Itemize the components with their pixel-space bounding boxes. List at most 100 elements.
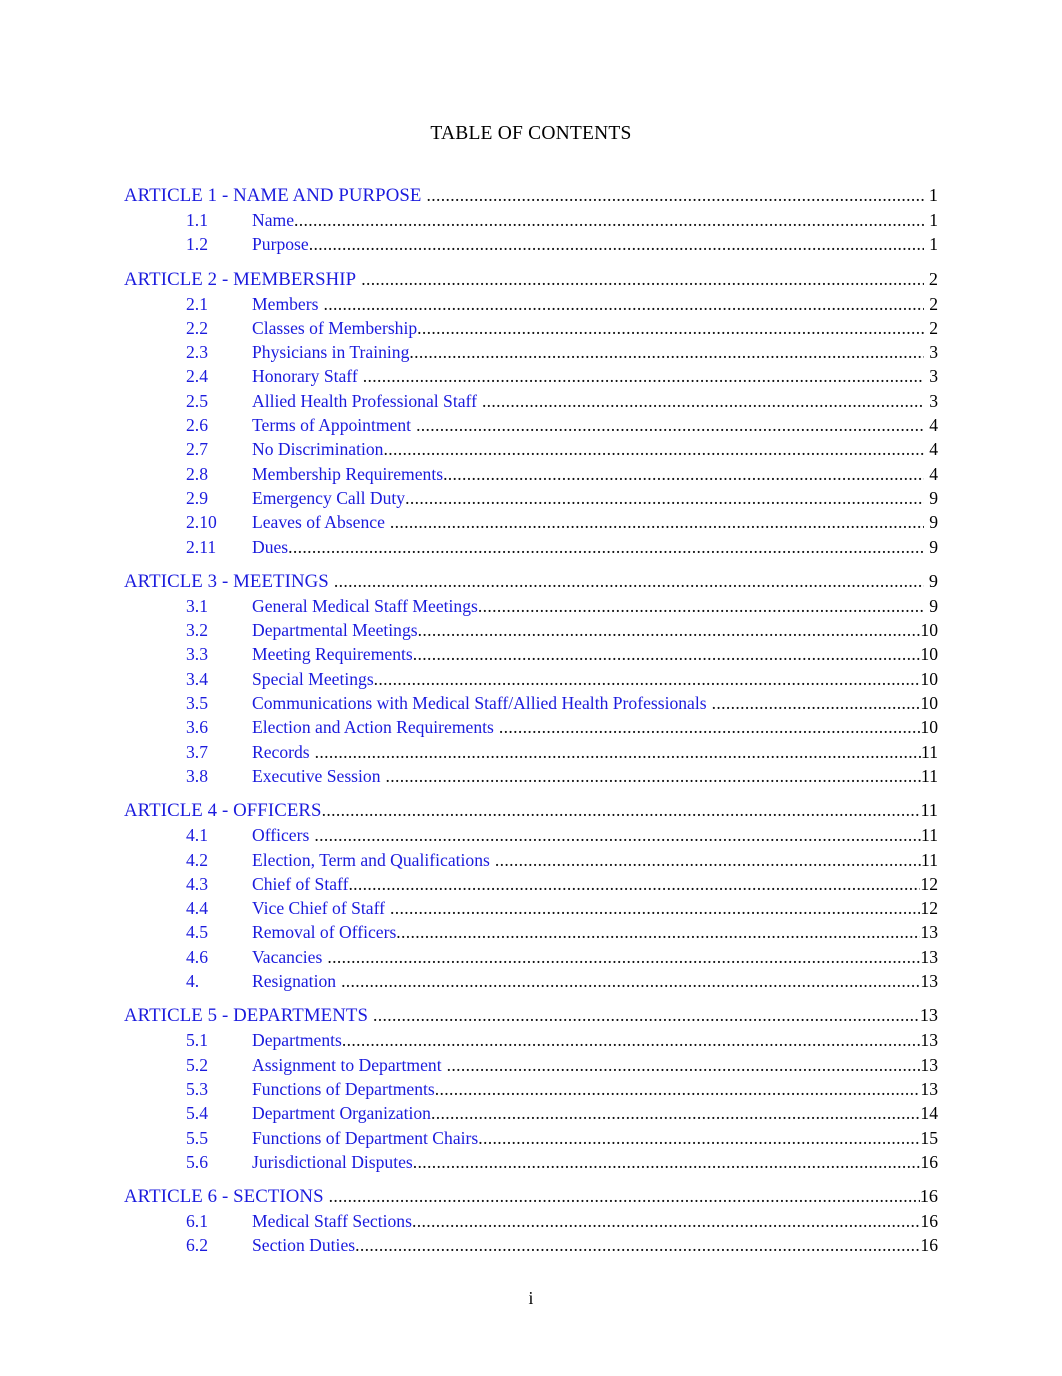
toc-section-row[interactable]: 4.5 Removal of Officers 13 bbox=[124, 920, 938, 944]
toc-article-row[interactable]: ARTICLE 4 - OFFICERS 11 bbox=[124, 797, 938, 823]
toc-entry-page-number: 11 bbox=[921, 765, 938, 786]
toc-article-row[interactable]: ARTICLE 6 - SECTIONS 16 bbox=[124, 1183, 938, 1209]
toc-dot-leader bbox=[329, 1183, 920, 1209]
toc-section-row[interactable]: 4.2 Election, Term and Qualifications 11 bbox=[124, 848, 938, 872]
toc-entry-number: 3.6 bbox=[186, 717, 208, 738]
toc-section-row[interactable]: 1.2 Purpose 1 bbox=[124, 232, 938, 256]
toc-entry-title: Special Meetings bbox=[252, 668, 374, 689]
toc-section-row[interactable]: 3.5 Communications with Medical Staff/All… bbox=[124, 691, 938, 715]
toc-section-row[interactable]: 5.2 Assignment to Department 13 bbox=[124, 1053, 938, 1077]
toc-entry-number: 5.6 bbox=[186, 1151, 208, 1172]
toc-entry-page-number: 10 bbox=[920, 668, 938, 689]
toc-section-row[interactable]: 2.11 Dues 9 bbox=[124, 535, 938, 559]
toc-entry-page-number: 10 bbox=[920, 717, 938, 738]
toc-entry-title: Leaves of Absence bbox=[252, 512, 385, 533]
toc-section-row[interactable]: 2.9 Emergency Call Duty 9 bbox=[124, 486, 938, 510]
toc-entry-title: Membership Requirements bbox=[252, 463, 444, 484]
toc-entry-page-number: 9 bbox=[929, 487, 938, 508]
toc-section-row[interactable]: 3.6 Election and Action Requirements 10 bbox=[124, 715, 938, 739]
toc-section-row[interactable]: 1.1 Name 1 bbox=[124, 208, 938, 232]
toc-section-row[interactable]: 3.8 Executive Session 11 bbox=[124, 764, 938, 788]
toc-entry-page-number: 14 bbox=[920, 1103, 938, 1124]
toc-section-row[interactable]: 5.4 Department Organization 14 bbox=[124, 1101, 938, 1125]
toc-section-row[interactable]: 3.3 Meeting Requirements 10 bbox=[124, 642, 938, 666]
toc-dot-leader bbox=[373, 1002, 920, 1028]
document-page: TABLE OF CONTENTS ARTICLE 1 - NAME AND P… bbox=[0, 0, 1062, 1376]
toc-entry-page-number: 11 bbox=[921, 849, 938, 870]
toc-entry-number: 1.1 bbox=[186, 210, 208, 230]
toc-dot-leader bbox=[409, 340, 924, 364]
toc-section-row[interactable]: 2.3 Physicians in Training 3 bbox=[124, 340, 938, 364]
toc-dot-leader bbox=[390, 896, 920, 920]
toc-entry-title: Functions of Department Chairs bbox=[252, 1127, 479, 1148]
toc-section-row[interactable]: 5.1 Departments 13 bbox=[124, 1028, 938, 1052]
toc-section-row[interactable]: 3.1 General Medical Staff Meetings 9 bbox=[124, 594, 938, 618]
toc-section-row[interactable]: 4.1 Officers 11 bbox=[124, 823, 938, 847]
toc-entry-page-number: 16 bbox=[920, 1211, 938, 1232]
toc-section-row[interactable]: 4.4 Vice Chief of Staff 12 bbox=[124, 896, 938, 920]
toc-entry-number: 2.4 bbox=[186, 366, 208, 387]
toc-article-row[interactable]: ARTICLE 3 - MEETINGS 9 bbox=[124, 568, 938, 594]
toc-section-row[interactable]: 3.7 Records 11 bbox=[124, 740, 938, 764]
toc-dot-leader bbox=[405, 486, 924, 510]
toc-article-row[interactable]: ARTICLE 1 - NAME AND PURPOSE 1 bbox=[124, 182, 938, 208]
toc-entry-title: ARTICLE 6 - SECTIONS bbox=[124, 1186, 324, 1208]
toc-section-row[interactable]: 2.1 Members 2 bbox=[124, 292, 938, 316]
toc-dot-leader bbox=[288, 535, 924, 559]
toc-dot-leader bbox=[416, 413, 924, 437]
toc-entry-number: 3.5 bbox=[186, 693, 208, 714]
toc-dot-leader bbox=[499, 715, 921, 739]
toc-entry-title: Chief of Staff bbox=[252, 873, 349, 894]
table-of-contents-list: ARTICLE 1 - NAME AND PURPOSE11.1Name11.2… bbox=[124, 182, 938, 1258]
toc-article-row[interactable]: ARTICLE 2 - MEMBERSHIP 2 bbox=[124, 266, 938, 292]
toc-section-row[interactable]: 2.6 Terms of Appointment 4 bbox=[124, 413, 938, 437]
toc-section-row[interactable]: 2.10 Leaves of Absence 9 bbox=[124, 510, 938, 534]
toc-section-row[interactable]: 4.3 Chief of Staff 12 bbox=[124, 872, 938, 896]
toc-section-row[interactable]: 6.2 Section Duties 16 bbox=[124, 1233, 938, 1257]
toc-entry-title: No Discrimination bbox=[252, 439, 384, 460]
toc-entry-page-number: 2 bbox=[928, 268, 938, 289]
toc-section-row[interactable]: 4.6 Vacancies 13 bbox=[124, 945, 938, 969]
toc-dot-leader bbox=[478, 594, 924, 618]
toc-section-row[interactable]: 3.4 Special Meetings 10 bbox=[124, 667, 938, 691]
toc-entry-title: Section Duties bbox=[252, 1235, 356, 1256]
toc-dot-leader bbox=[478, 1126, 920, 1150]
toc-section-row[interactable]: 4. Resignation 13 bbox=[124, 969, 938, 993]
toc-entry-title: Allied Health Professional Staff bbox=[252, 390, 477, 411]
toc-entry-page-number: 9 bbox=[929, 536, 938, 557]
toc-section-row[interactable]: 2.2 Classes of Membership 2 bbox=[124, 316, 938, 340]
toc-entry-number: 2.5 bbox=[186, 390, 208, 411]
toc-article-row[interactable]: ARTICLE 5 - DEPARTMENTS 13 bbox=[124, 1002, 938, 1028]
toc-section-row[interactable]: 2.8 Membership Requirements 4 bbox=[124, 462, 938, 486]
toc-section-row[interactable]: 2.4 Honorary Staff 3 bbox=[124, 364, 938, 388]
toc-section-row[interactable]: 2.7 No Discrimination 4 bbox=[124, 437, 938, 461]
toc-entry-number: 5.4 bbox=[186, 1103, 208, 1124]
toc-section-row[interactable]: 6.1 Medical Staff Sections 16 bbox=[124, 1209, 938, 1233]
toc-entry-number: 4.6 bbox=[186, 946, 208, 967]
toc-dot-leader bbox=[495, 848, 921, 872]
toc-entry-page-number: 11 bbox=[921, 741, 938, 762]
toc-entry-page-number: 13 bbox=[920, 1054, 938, 1075]
toc-entry-title: Vacancies bbox=[252, 946, 323, 967]
toc-dot-leader bbox=[447, 1053, 921, 1077]
toc-section-row[interactable]: 5.5 Functions of Department Chairs 15 bbox=[124, 1126, 938, 1150]
toc-entry-page-number: 15 bbox=[920, 1127, 938, 1148]
toc-section-row[interactable]: 5.6 Jurisdictional Disputes 16 bbox=[124, 1150, 938, 1174]
toc-dot-leader bbox=[443, 462, 924, 486]
toc-entry-page-number: 4 bbox=[929, 439, 938, 460]
toc-entry-title: Terms of Appointment bbox=[252, 415, 412, 436]
toc-dot-leader bbox=[342, 1028, 921, 1052]
toc-entry-title: Purpose bbox=[252, 234, 309, 255]
toc-entry-page-number: 3 bbox=[929, 390, 938, 411]
page-folio: i bbox=[528, 1288, 534, 1308]
toc-section-row[interactable]: 3.2 Departmental Meetings 10 bbox=[124, 618, 938, 642]
toc-entry-title: Resignation bbox=[252, 971, 337, 992]
toc-entry-number: 5.1 bbox=[186, 1030, 208, 1051]
toc-section-row[interactable]: 2.5 Allied Health Professional Staff 3 bbox=[124, 389, 938, 413]
toc-entry-title: Department Organization bbox=[252, 1103, 431, 1124]
toc-entry-title: Name bbox=[252, 210, 295, 230]
toc-section-row[interactable]: 5.3 Functions of Departments 13 bbox=[124, 1077, 938, 1101]
toc-dot-leader bbox=[431, 1101, 920, 1125]
toc-entry-page-number: 13 bbox=[920, 1030, 938, 1051]
toc-entry-title: Meeting Requirements bbox=[252, 644, 413, 665]
